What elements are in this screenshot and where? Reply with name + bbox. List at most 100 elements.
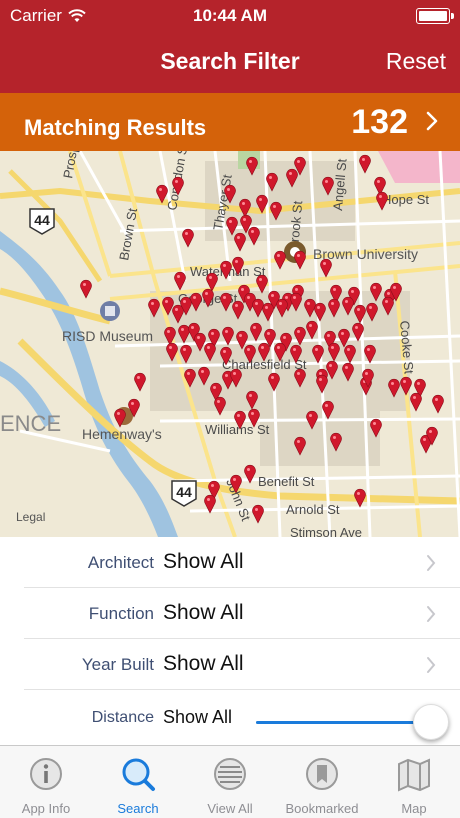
filter-list: Architect Show All Function Show All Yea… xyxy=(0,537,460,745)
pin-highlight xyxy=(297,330,300,333)
matching-results-count: 132 xyxy=(351,103,408,141)
pin-highlight xyxy=(387,292,390,295)
pin-highlight xyxy=(201,370,204,373)
pin-highlight xyxy=(347,348,350,351)
tab-label: View All xyxy=(207,801,253,816)
pin-highlight xyxy=(297,372,300,375)
pin-highlight xyxy=(273,205,276,208)
matching-results-bar[interactable]: Matching Results 132 xyxy=(0,93,460,151)
bookmark-icon xyxy=(306,758,338,790)
pin-highlight xyxy=(229,220,232,223)
pin-highlight xyxy=(341,332,344,335)
pin-highlight xyxy=(183,300,186,303)
pin-highlight xyxy=(269,176,272,179)
pin-highlight xyxy=(319,378,322,381)
pin-highlight xyxy=(259,198,262,201)
pin-highlight xyxy=(191,326,194,329)
pin-highlight xyxy=(183,348,186,351)
pin-highlight xyxy=(223,296,226,299)
pin-highlight xyxy=(197,336,200,339)
pin-highlight xyxy=(165,300,168,303)
map-view[interactable]: Prospect St Congdon St Brown St Thayer S… xyxy=(0,151,460,537)
pin-highlight xyxy=(253,326,256,329)
pin-highlight xyxy=(83,283,86,286)
filter-value: Show All xyxy=(163,550,244,573)
pin-highlight xyxy=(367,348,370,351)
pin-highlight xyxy=(237,414,240,417)
pin-highlight xyxy=(345,300,348,303)
pin-highlight xyxy=(241,288,244,291)
pin-highlight xyxy=(225,330,228,333)
pin-highlight xyxy=(169,346,172,349)
pin-highlight xyxy=(277,254,280,257)
tab-view-all[interactable]: View All xyxy=(184,746,276,818)
pin-highlight xyxy=(271,376,274,379)
filter-label: Year Built xyxy=(81,655,154,674)
pin-highlight xyxy=(131,402,134,405)
pin-highlight xyxy=(209,276,212,279)
pin-highlight xyxy=(297,440,300,443)
pin-highlight xyxy=(325,180,328,183)
pin-highlight xyxy=(211,484,214,487)
pin-highlight xyxy=(403,380,406,383)
pin-highlight xyxy=(193,296,196,299)
filter-row-year-built[interactable]: Year Built Show All xyxy=(0,639,460,690)
pin-highlight xyxy=(295,288,298,291)
pin-highlight xyxy=(423,438,426,441)
pin-highlight xyxy=(283,336,286,339)
filter-label: Distance xyxy=(91,709,154,726)
pin-highlight xyxy=(247,468,250,471)
app-screen: Carrier 10:44 AM Search Filter Reset Mat… xyxy=(0,0,460,818)
pin-highlight xyxy=(413,396,416,399)
pin-highlight xyxy=(239,334,242,337)
pin-highlight xyxy=(243,218,246,221)
tab-map[interactable]: Map xyxy=(368,746,460,818)
pin-highlight xyxy=(205,292,208,295)
pin-highlight xyxy=(223,350,226,353)
pin-highlight xyxy=(207,498,210,501)
pin-highlight xyxy=(207,346,210,349)
filter-value: Show All xyxy=(163,601,244,624)
pin-highlight xyxy=(249,394,252,397)
pin-highlight xyxy=(362,158,365,161)
legal-link[interactable]: Legal xyxy=(16,510,45,524)
pin-highlight xyxy=(235,304,238,307)
status-time: 10:44 AM xyxy=(192,6,267,25)
tab-label: Map xyxy=(401,801,427,816)
filter-value: Show All xyxy=(163,707,233,727)
filter-row-function[interactable]: Function Show All xyxy=(0,588,460,639)
search-icon xyxy=(122,758,155,791)
map-canvas: Prospect St Congdon St Brown St Thayer S… xyxy=(0,151,460,537)
pin-highlight xyxy=(323,262,326,265)
tab-bookmarked[interactable]: Bookmarked xyxy=(276,746,368,818)
pin-highlight xyxy=(351,290,354,293)
pin-highlight xyxy=(235,260,238,263)
pin-highlight xyxy=(333,288,336,291)
pin-highlight xyxy=(175,308,178,311)
street-label: Benefit St xyxy=(258,474,315,489)
pin-highlight xyxy=(331,302,334,305)
pin-highlight xyxy=(233,478,236,481)
filter-value: Show All xyxy=(163,652,244,675)
pin-highlight xyxy=(247,296,250,299)
slider-knob[interactable] xyxy=(412,704,449,740)
matching-results-label: Matching Results xyxy=(24,115,207,140)
pin-highlight xyxy=(255,302,258,305)
filter-row-architect[interactable]: Architect Show All xyxy=(0,537,460,588)
pin-highlight xyxy=(293,348,296,351)
tab-app-info[interactable]: App Info xyxy=(0,746,92,818)
pin-highlight xyxy=(249,160,252,163)
tab-label: Search xyxy=(117,801,159,816)
pin-highlight xyxy=(331,346,334,349)
distance-slider[interactable] xyxy=(256,704,449,740)
highway-shield-label: 44 xyxy=(34,212,50,228)
pin-highlight xyxy=(267,332,270,335)
pin-highlight xyxy=(159,188,162,191)
pin-highlight xyxy=(357,492,360,495)
tab-label: App Info xyxy=(21,801,71,816)
reset-button[interactable]: Reset xyxy=(386,48,446,75)
street-label: Stimson Ave xyxy=(290,525,362,537)
tab-search[interactable]: Search xyxy=(92,746,184,818)
pin-highlight xyxy=(365,372,368,375)
pin-highlight xyxy=(175,180,178,183)
